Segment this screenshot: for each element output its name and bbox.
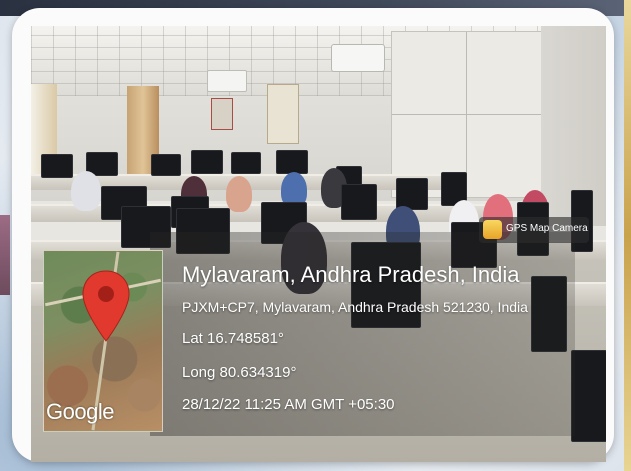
monitor xyxy=(276,150,308,174)
monitor xyxy=(151,154,181,176)
monitor xyxy=(191,150,223,174)
place-title: Mylavaram, Andhra Pradesh, India xyxy=(182,262,520,287)
monitor xyxy=(41,154,73,178)
student xyxy=(71,171,101,211)
person-edge xyxy=(0,215,10,295)
app-badge-label: GPS Map Camera xyxy=(506,223,588,234)
student xyxy=(226,176,252,212)
air-conditioner xyxy=(207,70,247,92)
longitude-text: Long 80.634319° xyxy=(182,364,297,381)
app-badge: GPS Map Camera xyxy=(479,217,589,243)
monitor xyxy=(341,184,377,220)
datetime-text: 28/12/22 11:25 AM GMT +05:30 xyxy=(182,396,395,413)
latitude-text: Lat 16.748581° xyxy=(182,330,284,347)
chair xyxy=(571,350,606,442)
map-thumbnail: Google xyxy=(43,250,163,432)
address-text: PJXM+CP7, Mylavaram, Andhra Pradesh 5212… xyxy=(182,299,528,315)
google-logo: Google xyxy=(46,399,114,424)
map-pin-icon xyxy=(82,270,130,342)
monitor xyxy=(231,152,261,174)
wall-cupboard xyxy=(391,31,543,198)
wall-poster xyxy=(211,98,233,130)
gold-edge xyxy=(624,0,631,471)
air-conditioner xyxy=(331,44,385,72)
notice-board xyxy=(267,84,299,144)
gps-map-camera-icon xyxy=(483,220,502,239)
